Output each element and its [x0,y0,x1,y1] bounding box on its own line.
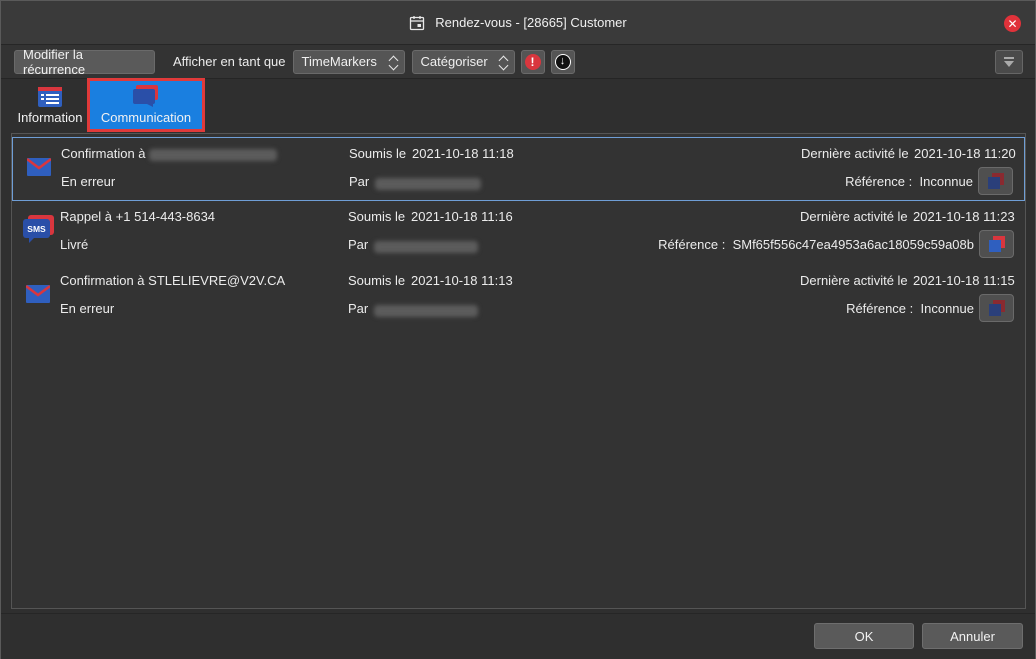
arrow-down-icon: ↓ [554,53,571,70]
submitted-date: 2021-10-18 11:16 [411,209,513,224]
chat-bubbles-icon [133,85,158,107]
submitted-date: 2021-10-18 11:13 [411,273,513,288]
reference-text: Référence : Inconnue [845,174,973,189]
toolbar-menu-button[interactable] [995,50,1023,74]
last-activity-label: Dernière activité le [800,273,908,288]
alert-button[interactable]: ! [520,49,545,74]
last-activity-date: 2021-10-18 11:15 [913,273,1015,288]
copy-icon [987,173,1004,189]
dialog-footer: OK Annuler [1,613,1035,659]
sms-icon-text: SMS [27,224,46,234]
by-label: Par [349,174,370,189]
tab-information-label: Information [17,110,83,125]
communication-row[interactable]: SMS Rappel à +1 514-443-8634 Livré Soumi… [12,201,1025,265]
categorize-select[interactable]: Catégoriser [411,49,515,74]
communication-title: Rappel à +1 514-443-8634 [60,209,216,224]
last-activity-date: 2021-10-18 11:20 [914,146,1016,161]
copy-icon [988,236,1005,252]
copy-icon [988,300,1005,316]
submitted-label: Soumis le [348,209,406,224]
close-button[interactable]: ✕ [1004,15,1021,32]
cancel-button[interactable]: Annuler [922,623,1023,649]
copy-reference-button[interactable] [978,167,1013,195]
communication-title: Confirmation à [61,146,278,161]
collapse-menu-icon [1004,57,1014,67]
copy-reference-button[interactable] [979,294,1014,322]
updown-arrows-icon [500,55,508,69]
toolbar: Modifier la récurrence Afficher en tant … [1,45,1035,79]
redacted-user [375,175,481,190]
updown-arrows-icon [390,55,398,69]
by-label: Par [348,237,369,252]
calendar-icon [410,15,425,30]
tab-communication[interactable]: Communication [87,78,205,132]
submitted-label: Soumis le [349,146,407,161]
submitted-label: Soumis le [348,273,406,288]
download-button[interactable]: ↓ [550,49,575,74]
display-as-label: Afficher en tant que [173,54,286,69]
last-activity-label: Dernière activité le [800,209,908,224]
tab-bar: Information Communication [1,78,1035,132]
reference-text: Référence : Inconnue [846,301,974,316]
categorize-value: Catégoriser [420,54,488,69]
close-icon: ✕ [1007,16,1018,31]
communication-status: En erreur [60,301,115,316]
communication-title: Confirmation à STLELIEVRE@V2V.CA [60,273,286,288]
sms-icon: SMS [23,215,54,243]
redacted-user [374,302,478,317]
communication-row[interactable]: Confirmation à En erreur Soumis le 2021-… [12,137,1025,201]
window-title: Rendez-vous - [28665] Customer [435,15,627,30]
email-icon [27,158,51,176]
last-activity-date: 2021-10-18 11:23 [913,209,1015,224]
reference-text: Référence : SMf65f556c47ea4953a6ac18059c… [658,237,974,252]
tab-information[interactable]: Information [11,81,89,129]
submitted-date: 2021-10-18 11:18 [412,146,514,161]
redacted-recipient [149,148,278,161]
exclamation-icon: ! [524,53,541,70]
communication-row[interactable]: Confirmation à STLELIEVRE@V2V.CA En erre… [12,265,1025,329]
redacted-user [374,238,478,253]
copy-reference-button[interactable] [979,230,1014,258]
title-wrap: Rendez-vous - [28665] Customer [409,15,627,31]
ok-button[interactable]: OK [814,623,914,649]
title-bar: Rendez-vous - [28665] Customer ✕ [1,1,1035,45]
last-activity-label: Dernière activité le [801,146,909,161]
display-as-select[interactable]: TimeMarkers [292,49,405,74]
information-list-icon [38,87,62,107]
communications-list: Confirmation à En erreur Soumis le 2021-… [11,133,1026,609]
communication-status: Livré [60,237,89,252]
edit-recurrence-button[interactable]: Modifier la récurrence [14,47,155,77]
tab-communication-label: Communication [100,110,192,125]
display-as-value: TimeMarkers [301,54,377,69]
by-label: Par [348,301,369,316]
appointment-window: Rendez-vous - [28665] Customer ✕ Modifie… [0,0,1036,659]
email-icon [26,285,50,303]
communication-status: En erreur [61,174,116,189]
